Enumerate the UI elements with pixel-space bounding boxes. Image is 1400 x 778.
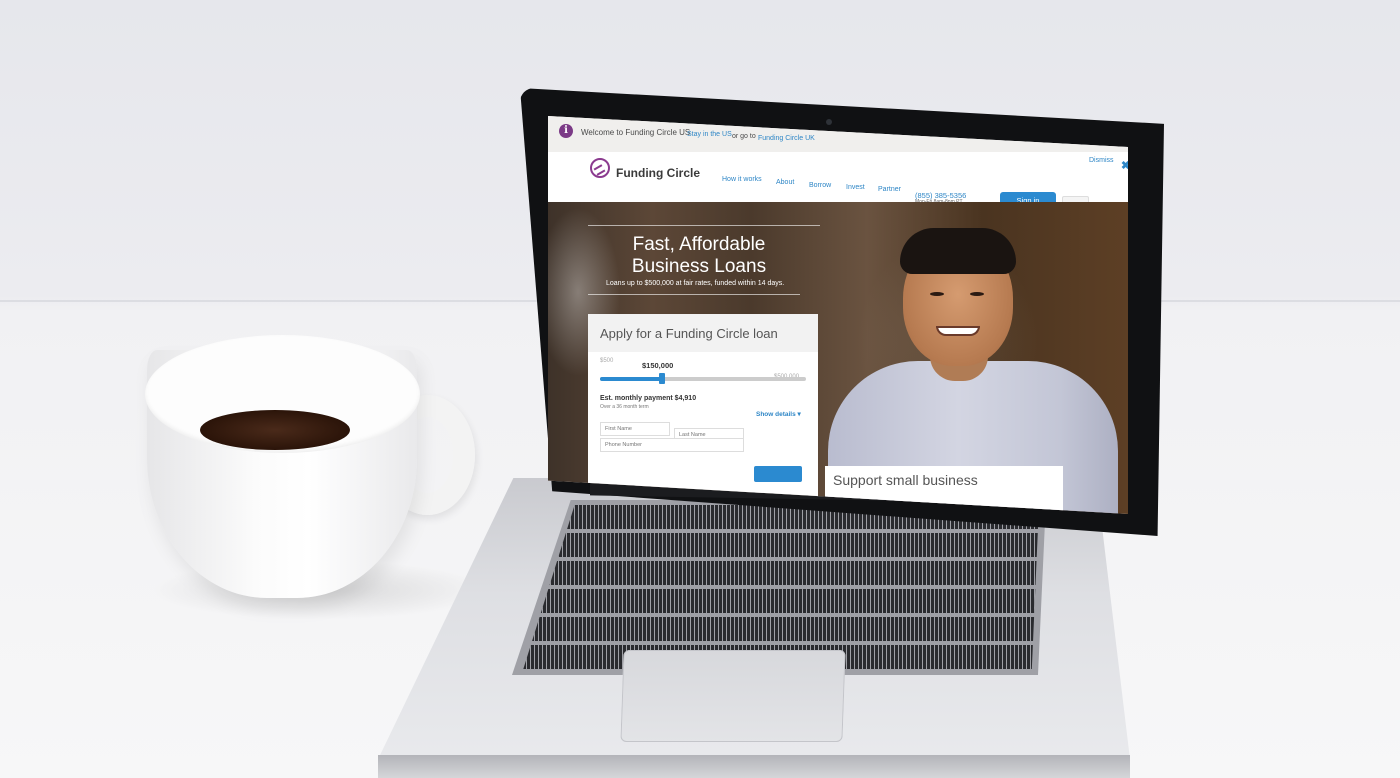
stay-us-link[interactable]: Stay in the US xyxy=(687,131,732,138)
hero-title: Fast, Affordable Business Loans xyxy=(588,234,810,278)
loan-amount-value: $150,000 xyxy=(642,361,674,370)
hero-divider-top xyxy=(588,225,820,226)
notice-or-text: or go to xyxy=(732,133,756,140)
hair xyxy=(900,228,1016,274)
hero-title-line-1: Fast, Affordable xyxy=(632,234,766,255)
camera-icon xyxy=(826,119,832,125)
loan-amount-slider[interactable] xyxy=(600,373,806,384)
nav-how-it-works[interactable]: How it works xyxy=(722,176,762,183)
eye-right xyxy=(970,292,984,296)
notice-text: Welcome to Funding Circle US xyxy=(581,128,691,137)
nav-invest[interactable]: Invest xyxy=(846,184,865,191)
laptop-front-edge xyxy=(378,755,1130,778)
form-title: Apply for a Funding Circle loan xyxy=(600,326,778,341)
slider-fill xyxy=(600,377,662,381)
estimated-payment: Est. monthly payment $4,910 xyxy=(600,395,697,402)
slider-thumb[interactable] xyxy=(658,373,665,384)
logo-text[interactable]: Funding Circle xyxy=(616,166,700,180)
hero-title-line-2: Business Loans xyxy=(631,256,767,277)
hero-divider-bottom xyxy=(588,294,800,295)
coffee xyxy=(200,410,350,450)
loan-application-form: Apply for a Funding Circle loan $500 $15… xyxy=(588,314,818,514)
laptop-screen: i Welcome to Funding Circle US Stay in t… xyxy=(548,116,1128,514)
phone-input[interactable] xyxy=(600,438,744,452)
keyboard-keys xyxy=(523,505,1039,670)
nav-partner[interactable]: Partner xyxy=(878,186,901,193)
eye-left xyxy=(930,292,944,296)
trackpad xyxy=(620,650,846,742)
dismiss-link[interactable]: Dismiss xyxy=(1089,157,1114,164)
uk-site-link[interactable]: Funding Circle UK xyxy=(758,135,815,142)
first-name-input[interactable] xyxy=(600,422,670,436)
hero-subtitle: Loans up to $500,000 at fair rates, fund… xyxy=(606,280,785,287)
show-details-link[interactable]: Show details ▾ xyxy=(756,410,801,418)
funding-circle-logo-icon[interactable] xyxy=(590,158,610,178)
apply-button[interactable] xyxy=(754,466,802,482)
info-icon: i xyxy=(559,124,573,138)
slider-min-label: $500 xyxy=(600,358,614,364)
nav-about[interactable]: About xyxy=(776,179,794,186)
close-icon[interactable]: ✖ xyxy=(1121,159,1128,172)
smile xyxy=(936,326,980,336)
support-heading: Support small business xyxy=(833,472,978,488)
nav-borrow[interactable]: Borrow xyxy=(809,182,831,189)
payment-term: Over a 36 month term xyxy=(600,404,649,410)
